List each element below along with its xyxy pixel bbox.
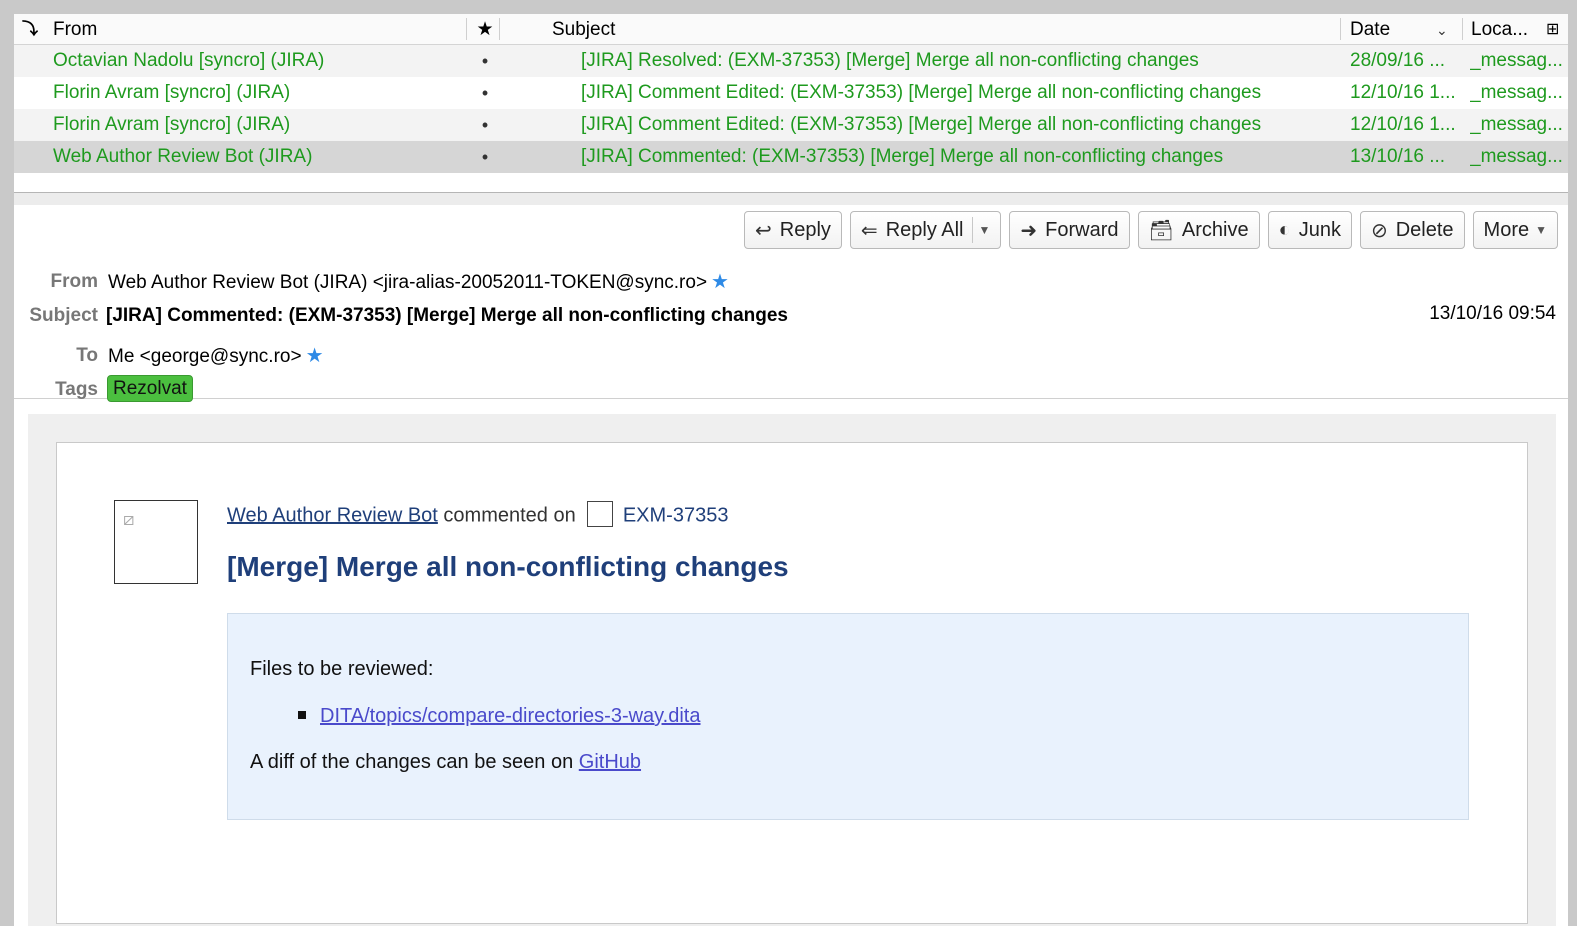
row-subject: [JIRA] Comment Edited: (EXM-37353) [Merg… [581, 82, 1262, 103]
message-header: ↩ Reply ⇐ Reply All ▼ ➜ Forward 🗃 Archiv… [14, 205, 1568, 402]
delete-prohibited-icon: ⊘ [1370, 219, 1388, 242]
forward-arrow-icon: ➜ [1020, 219, 1038, 242]
commented-on-text: commented on [443, 504, 576, 527]
row-subject: [JIRA] Resolved: (EXM-37353) [Merge] Mer… [581, 50, 1199, 71]
row-from: Florin Avram [syncro] (JIRA) [53, 82, 291, 103]
read-status-dot-icon[interactable]: • [478, 109, 492, 141]
row-from: Octavian Nadolu [syncro] (JIRA) [53, 50, 325, 71]
column-picker-icon[interactable]: ⊞ [1546, 14, 1566, 44]
from-address[interactable]: Web Author Review Bot (JIRA) <jira-alias… [108, 272, 707, 293]
message-row[interactable]: Florin Avram [syncro] (JIRA) • [JIRA] Co… [14, 77, 1568, 109]
avatar: ⧄ [114, 500, 198, 584]
to-label: To [76, 345, 98, 366]
files-heading: Files to be reviewed: [250, 658, 434, 680]
archive-button[interactable]: 🗃 Archive [1137, 211, 1260, 249]
thread-column-icon[interactable]: ⤵ [22, 14, 42, 44]
more-chevron-icon: ▼ [1535, 223, 1547, 237]
row-from: Web Author Review Bot (JIRA) [53, 146, 313, 167]
more-button[interactable]: More ▼ [1472, 211, 1558, 249]
more-label: More [1483, 218, 1530, 241]
tags-value: Rezolvat [107, 375, 193, 402]
reply-label: Reply [779, 218, 831, 241]
message-list: Octavian Nadolu [syncro] (JIRA) • [JIRA]… [14, 45, 1568, 173]
read-status-dot-icon[interactable]: • [478, 45, 492, 77]
sort-chevron-icon[interactable]: ⌄ [1436, 14, 1456, 44]
delete-button[interactable]: ⊘ Delete [1359, 211, 1465, 249]
forward-button[interactable]: ➜ Forward [1009, 211, 1130, 249]
column-separator[interactable] [466, 18, 467, 40]
column-header-from[interactable]: From [53, 14, 453, 44]
bullet-icon [298, 711, 306, 719]
add-contact-star-icon[interactable]: ★ [711, 271, 729, 293]
pane-splitter[interactable] [14, 192, 1568, 206]
row-date: 12/10/16 1... [1350, 82, 1456, 103]
message-body: ⧄ Web Author Review Bot commented on EXM… [28, 414, 1556, 926]
column-header-subject[interactable]: Subject [552, 14, 1332, 44]
from-label: From [50, 271, 99, 292]
archive-label: Archive [1181, 218, 1249, 241]
issue-key-link[interactable]: EXM-37353 [623, 504, 729, 526]
to-address[interactable]: Me <george@sync.ro> [108, 346, 302, 367]
forward-label: Forward [1045, 218, 1119, 241]
column-separator[interactable] [1462, 18, 1463, 40]
tags-label: Tags [55, 379, 98, 400]
reply-all-dropdown-chevron-icon[interactable]: ▼ [971, 217, 990, 243]
junk-label: Junk [1298, 218, 1341, 241]
read-status-dot-icon[interactable]: • [478, 141, 492, 173]
row-date: 13/10/16 ... [1350, 146, 1446, 167]
row-subject: [JIRA] Commented: (EXM-37353) [Merge] Me… [581, 146, 1224, 167]
row-from: Florin Avram [syncro] (JIRA) [53, 114, 291, 135]
author-link[interactable]: Web Author Review Bot [227, 504, 438, 526]
issue-title-link[interactable]: [Merge] Merge all non-conflicting change… [227, 551, 789, 583]
read-status-dot-icon[interactable]: • [478, 77, 492, 109]
activity-line: Web Author Review Bot commented on EXM-3… [227, 501, 729, 529]
delete-label: Delete [1395, 218, 1454, 241]
github-link[interactable]: GitHub [579, 751, 641, 773]
reply-button[interactable]: ↩ Reply [744, 211, 842, 249]
message-list-header: ⤵ From ★ Subject Date ⌄ Loca... ⊞ [14, 14, 1568, 45]
message-date: 13/10/16 09:54 [1429, 303, 1556, 324]
message-row-selected[interactable]: Web Author Review Bot (JIRA) • [JIRA] Co… [14, 141, 1568, 173]
row-location: _messag... [1470, 146, 1563, 167]
row-location: _messag... [1470, 82, 1563, 103]
message-toolbar: ↩ Reply ⇐ Reply All ▼ ➜ Forward 🗃 Archiv… [744, 211, 1558, 251]
row-subject: [JIRA] Comment Edited: (EXM-37353) [Merg… [581, 114, 1262, 135]
broken-image-icon: ⧄ [123, 509, 135, 529]
column-separator[interactable] [1340, 18, 1341, 40]
junk-flame-icon: ◐ [1278, 218, 1291, 241]
junk-button[interactable]: ◐ Junk [1267, 211, 1352, 249]
add-contact-star-icon[interactable]: ★ [306, 345, 324, 367]
row-location: _messag... [1470, 50, 1563, 71]
row-date: 12/10/16 1... [1350, 114, 1456, 135]
reply-all-label: Reply All [885, 218, 964, 241]
diff-text: A diff of the changes can be seen on [250, 751, 574, 773]
column-separator[interactable] [499, 18, 500, 40]
tag-badge[interactable]: Rezolvat [107, 375, 193, 402]
subject-label: Subject [29, 305, 98, 326]
star-column-icon[interactable]: ★ [472, 14, 498, 44]
reply-icon: ↩ [755, 219, 772, 242]
message-row[interactable]: Florin Avram [syncro] (JIRA) • [JIRA] Co… [14, 109, 1568, 141]
row-location: _messag... [1470, 114, 1563, 135]
subject-value: [JIRA] Commented: (EXM-37353) [Merge] Me… [106, 305, 788, 326]
file-link[interactable]: DITA/topics/compare-directories-3-way.di… [320, 705, 701, 727]
to-value: Me <george@sync.ro> ★ [108, 343, 324, 368]
jira-notification-card: ⧄ Web Author Review Bot commented on EXM… [56, 442, 1528, 924]
column-header-location[interactable]: Loca... [1471, 14, 1541, 44]
reply-all-icon: ⇐ [860, 219, 878, 242]
mail-window: ⤵ From ★ Subject Date ⌄ Loca... ⊞ Octavi… [14, 14, 1568, 926]
from-value: Web Author Review Bot (JIRA) <jira-alias… [108, 269, 729, 294]
archive-box-icon: 🗃 [1148, 219, 1174, 242]
list-item: DITA/topics/compare-directories-3-way.di… [298, 705, 701, 728]
message-row[interactable]: Octavian Nadolu [syncro] (JIRA) • [JIRA]… [14, 45, 1568, 77]
comment-box: Files to be reviewed: DITA/topics/compar… [227, 613, 1469, 820]
row-date: 28/09/16 ... [1350, 50, 1446, 71]
issue-type-icon [587, 501, 614, 527]
reply-all-button[interactable]: ⇐ Reply All ▼ [849, 211, 1002, 249]
diff-paragraph: A diff of the changes can be seen on Git… [250, 751, 641, 774]
